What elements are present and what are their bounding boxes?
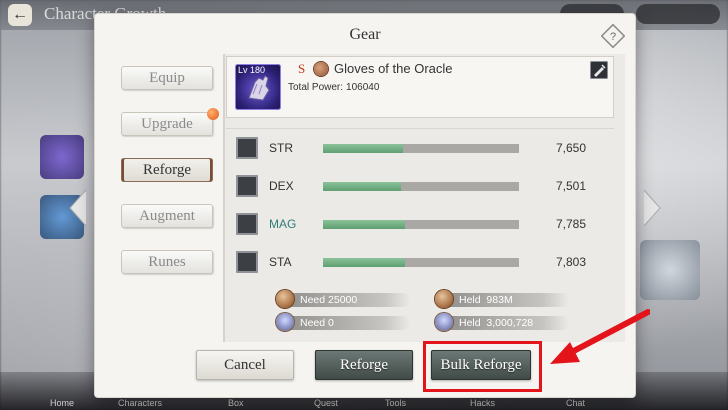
item-name: Gloves of the Oracle bbox=[334, 61, 453, 76]
divider bbox=[226, 128, 614, 129]
diamond-help-icon[interactable]: ? bbox=[601, 24, 625, 48]
total-power-label: Total Power: bbox=[288, 82, 344, 93]
gloves-glyph bbox=[248, 75, 270, 101]
medal-icon bbox=[314, 62, 328, 76]
total-power: Total Power: 106040 bbox=[288, 82, 379, 93]
bottom-tab: Characters bbox=[118, 398, 163, 408]
stat-bar-fill bbox=[323, 144, 404, 153]
stat-row: STA 7,803 bbox=[236, 251, 586, 275]
crystal-icon bbox=[435, 313, 453, 331]
highlight-box bbox=[423, 341, 542, 392]
stat-bar-fill bbox=[323, 258, 406, 267]
background-item-slot bbox=[40, 135, 84, 179]
total-power-value: 106040 bbox=[346, 82, 380, 93]
bottom-tab: Chat bbox=[566, 398, 586, 408]
tab-upgrade[interactable]: Upgrade bbox=[121, 108, 219, 136]
lock-checkbox[interactable] bbox=[236, 251, 258, 273]
stat-bar bbox=[323, 220, 519, 229]
stat-row: DEX 7,501 bbox=[236, 175, 586, 199]
coin-icon bbox=[276, 290, 294, 308]
stat-name: MAG bbox=[269, 217, 297, 231]
stat-bar bbox=[323, 144, 519, 153]
pointer-arrow-icon bbox=[550, 309, 650, 364]
bottom-tab: Quest bbox=[314, 398, 339, 408]
crystal-icon bbox=[276, 313, 294, 331]
tab-equip[interactable]: Equip bbox=[121, 66, 213, 90]
tab-label: Reforge bbox=[142, 162, 192, 178]
stat-row: MAG 7,785 bbox=[236, 213, 586, 237]
chevron-right-icon bbox=[643, 189, 661, 227]
need-crystal: Need 0 bbox=[276, 313, 410, 331]
item-details-icon[interactable] bbox=[590, 61, 608, 79]
lock-checkbox[interactable] bbox=[236, 137, 258, 159]
stat-value: 7,785 bbox=[555, 217, 586, 231]
stat-bar bbox=[323, 182, 519, 191]
lock-checkbox[interactable] bbox=[236, 175, 258, 197]
stat-value: 7,803 bbox=[555, 255, 586, 269]
held-coin-text: Held 983M bbox=[459, 294, 513, 306]
back-arrow-icon: ← bbox=[8, 4, 32, 26]
stat-bar bbox=[323, 258, 519, 267]
stat-name: STA bbox=[269, 255, 292, 269]
rank-badge: S bbox=[298, 61, 306, 76]
stat-bar-fill bbox=[323, 220, 406, 229]
background-item-slot bbox=[640, 240, 700, 300]
tab-reforge[interactable]: Reforge bbox=[121, 158, 213, 182]
notification-dot bbox=[207, 108, 219, 120]
stat-name: STR bbox=[269, 141, 293, 155]
item-card: Lv 180 S Gloves of the Oracle Total Powe… bbox=[226, 56, 614, 118]
stat-value: 7,650 bbox=[555, 141, 586, 155]
bottom-tab: Tools bbox=[385, 398, 407, 408]
tab-label: Augment bbox=[139, 208, 195, 224]
tab-runes[interactable]: Runes bbox=[121, 250, 213, 274]
tab-label: Upgrade bbox=[141, 116, 193, 132]
stat-bar-fill bbox=[323, 182, 402, 191]
bottom-tab: Hacks bbox=[470, 398, 496, 408]
background-currency-pill bbox=[636, 4, 720, 24]
modal-title: Gear bbox=[349, 26, 381, 43]
tab-label: Runes bbox=[148, 254, 186, 270]
svg-text:?: ? bbox=[610, 31, 616, 43]
need-coin-text: Need 25000 bbox=[300, 294, 358, 306]
reforge-button[interactable]: Reforge bbox=[315, 350, 413, 380]
bottom-tab: Box bbox=[228, 398, 244, 408]
coin-icon bbox=[435, 290, 453, 308]
bottom-tab: Home bbox=[50, 398, 75, 408]
held-crystal-text: Held 3,000,728 bbox=[459, 317, 534, 329]
cancel-button[interactable]: Cancel bbox=[196, 350, 294, 380]
lock-checkbox[interactable] bbox=[236, 213, 258, 235]
need-crystal-text: Need 0 bbox=[300, 317, 334, 329]
held-coin: Held 983M bbox=[435, 290, 569, 308]
gloves-icon[interactable]: Lv 180 bbox=[235, 64, 281, 110]
chevron-left-icon bbox=[69, 189, 87, 227]
tab-label: Equip bbox=[149, 70, 185, 86]
stat-name: DEX bbox=[269, 179, 294, 193]
tab-augment[interactable]: Augment bbox=[121, 204, 213, 228]
need-coin: Need 25000 bbox=[276, 290, 410, 308]
stat-value: 7,501 bbox=[555, 179, 586, 193]
stat-row: STR 7,650 bbox=[236, 137, 586, 161]
